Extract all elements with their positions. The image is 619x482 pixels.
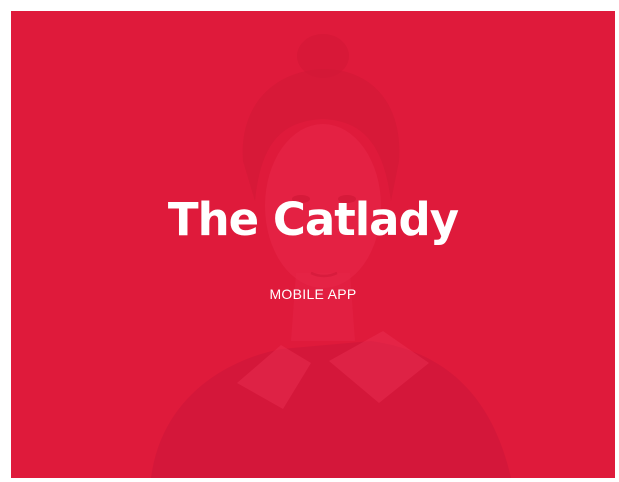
app-showcase-frame: The Catlady MOBILE APP xyxy=(0,0,619,482)
app-title: The Catlady xyxy=(167,193,459,246)
hero-banner: The Catlady MOBILE APP xyxy=(11,11,615,478)
app-subtitle: MOBILE APP xyxy=(269,286,357,302)
